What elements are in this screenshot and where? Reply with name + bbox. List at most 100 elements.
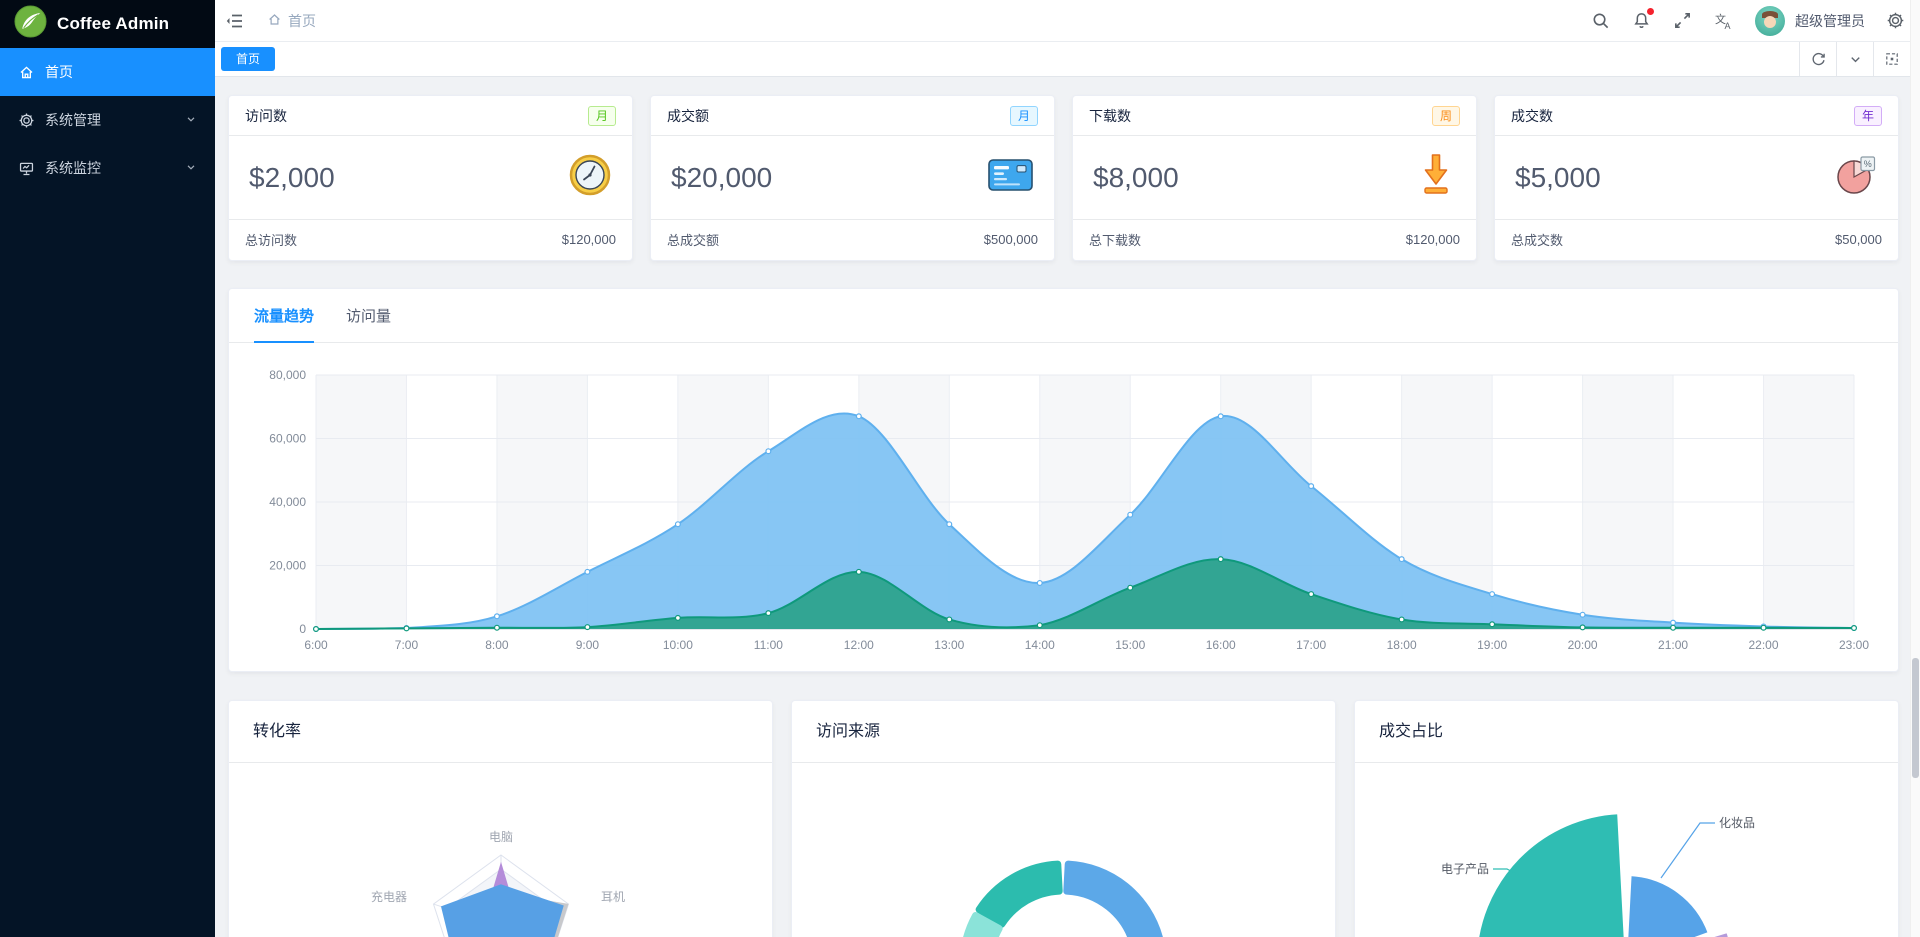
svg-text:8:00: 8:00 — [485, 638, 509, 652]
svg-text:%: % — [1864, 159, 1872, 169]
sidebar-item-home[interactable]: 首页 — [0, 48, 215, 96]
svg-text:电脑: 电脑 — [489, 830, 513, 844]
svg-text:充电器: 充电器 — [371, 889, 407, 904]
notification-badge — [1647, 7, 1654, 15]
sidebar: Coffee Admin 首页 系统管理 系统监控 — [0, 0, 215, 937]
breadcrumb-home-icon — [267, 12, 282, 30]
stat-card-downloads: 下载数 周 $8,000 总下载数 $120,000 — [1072, 95, 1477, 261]
sidebar-item-label: 系统监控 — [45, 160, 101, 176]
svg-text:23:00: 23:00 — [1839, 638, 1869, 652]
spring-leaf-logo-icon — [14, 5, 47, 43]
bank-card-icon — [987, 157, 1034, 198]
svg-text:21:00: 21:00 — [1658, 638, 1688, 652]
chevron-down-icon — [185, 112, 197, 128]
svg-text:22:00: 22:00 — [1749, 638, 1779, 652]
svg-text:17:00: 17:00 — [1296, 638, 1326, 652]
svg-text:20:00: 20:00 — [1568, 638, 1598, 652]
svg-text:12:00: 12:00 — [844, 638, 874, 652]
traffic-trend-card: 流量趋势 访问量 0 20,000 40,000 60,000 80,000 6:00 7:… — [228, 288, 1899, 672]
period-badge: 月 — [587, 105, 616, 126]
svg-text:18:00: 18:00 — [1387, 638, 1417, 652]
sidebar-item-system-monitor[interactable]: 系统监控 — [0, 144, 215, 192]
card-title: 成交占比 — [1355, 701, 1898, 763]
stat-footer-value: $50,000 — [1835, 232, 1882, 247]
stat-footer-value: $120,000 — [561, 232, 616, 247]
stat-footer-label: 总下载数 — [1089, 233, 1142, 248]
svg-text:40,000: 40,000 — [269, 495, 306, 509]
stat-value: $5,000 — [1515, 161, 1601, 193]
chevron-down-icon — [185, 160, 197, 176]
stat-title: 成交额 — [667, 107, 709, 124]
conversion-radar-chart: 电脑充电器 耳机 — [371, 830, 625, 937]
stat-footer-label: 总访问数 — [245, 233, 298, 248]
stat-footer-label: 总成交数 — [1511, 233, 1564, 248]
notification-bell-icon[interactable] — [1632, 7, 1654, 31]
stat-value: $20,000 — [671, 161, 773, 193]
stat-footer-value: $120,000 — [1405, 232, 1460, 247]
stat-value: $2,000 — [249, 161, 335, 193]
stat-title: 成交数 — [1511, 107, 1553, 124]
svg-text:7:00: 7:00 — [395, 638, 419, 652]
stat-footer-value: $500,000 — [983, 232, 1038, 247]
stat-title: 下载数 — [1089, 107, 1131, 124]
svg-text:16:00: 16:00 — [1206, 638, 1236, 652]
topnav-actions: 文 A 超级管理员 — [1591, 5, 1906, 36]
svg-text:A: A — [1725, 21, 1731, 31]
card-title: 访问来源 — [792, 701, 1335, 763]
avatar[interactable] — [1755, 5, 1785, 36]
traffic-trend-chart: 0 20,000 40,000 60,000 80,000 6:00 7:00 8:00 9:0… — [269, 368, 1869, 652]
search-icon[interactable] — [1591, 11, 1611, 31]
breadcrumb-label: 首页 — [288, 12, 316, 29]
svg-text:15:00: 15:00 — [1115, 638, 1145, 652]
monitor-icon — [18, 160, 35, 177]
top-navbar: 首页 文 A 超级管理员 — [215, 0, 1920, 42]
main-content: 访问数 月 $2,000 总访问数 $120,000 成交额 月 $20,000… — [215, 77, 1920, 937]
svg-text:9:00: 9:00 — [576, 638, 600, 652]
user-name[interactable]: 超级管理员 — [1795, 11, 1865, 31]
app-title: Coffee Admin — [57, 14, 170, 33]
home-icon — [18, 64, 35, 81]
svg-text:10:00: 10:00 — [663, 638, 693, 652]
fullscreen-icon[interactable] — [1673, 11, 1693, 31]
page-tab-home[interactable]: 首页 — [221, 47, 276, 71]
tab-visit-volume[interactable]: 访问量 — [346, 289, 391, 343]
period-badge: 年 — [1853, 105, 1882, 126]
deal-share-card: 成交占比 电子产品 化妆品 — [1354, 700, 1899, 937]
settings-gear-icon[interactable] — [1886, 11, 1906, 31]
menu-fold-icon[interactable] — [225, 11, 245, 31]
svg-text:14:00: 14:00 — [1025, 638, 1055, 652]
sidebar-item-label: 首页 — [45, 64, 73, 80]
svg-text:11:00: 11:00 — [754, 638, 783, 652]
sidebar-item-label: 系统管理 — [45, 112, 101, 128]
conversion-rate-card: 转化率 电脑 充电器 耳机 — [228, 700, 773, 937]
sidebar-item-system-management[interactable]: 系统管理 — [0, 96, 215, 144]
tab-traffic-trend[interactable]: 流量趋势 — [254, 289, 315, 343]
stat-title: 访问数 — [245, 107, 287, 124]
svg-text:6:00: 6:00 — [304, 638, 328, 652]
maximize-icon[interactable] — [1873, 42, 1910, 76]
stat-card-deals: 成交数 年 $5,000 % 总成交数 $50,000 — [1494, 95, 1899, 261]
stat-card-turnover: 成交额 月 $20,000 总成交额 $500,000 — [650, 95, 1055, 261]
scrollbar-thumb[interactable] — [1912, 658, 1919, 778]
gear-icon — [18, 112, 35, 129]
sidebar-menu: 首页 系统管理 系统监控 — [0, 48, 215, 192]
stat-footer-label: 总成交额 — [667, 233, 720, 248]
visit-source-card: 访问来源 — [791, 700, 1336, 937]
download-icon — [1416, 152, 1456, 203]
stat-card-visits: 访问数 月 $2,000 总访问数 $120,000 — [228, 95, 633, 261]
svg-text:80,000: 80,000 — [269, 368, 306, 382]
card-title: 转化率 — [229, 701, 772, 763]
tabs-bar: 首页 — [215, 42, 1920, 77]
visit-source-donut-chart — [963, 860, 1163, 937]
scrollbar-track — [1910, 0, 1920, 937]
breadcrumb[interactable]: 首页 — [267, 11, 316, 31]
tab-controls — [1799, 42, 1910, 76]
logo-bar: Coffee Admin — [0, 0, 215, 48]
clock-icon — [568, 153, 612, 202]
translate-icon[interactable]: 文 A — [1714, 11, 1734, 31]
svg-text:60,000: 60,000 — [269, 432, 306, 446]
refresh-icon[interactable] — [1799, 42, 1836, 76]
pie-percent-icon: % — [1834, 153, 1878, 202]
stat-value: $8,000 — [1093, 161, 1179, 193]
chevron-down-icon[interactable] — [1836, 42, 1873, 76]
